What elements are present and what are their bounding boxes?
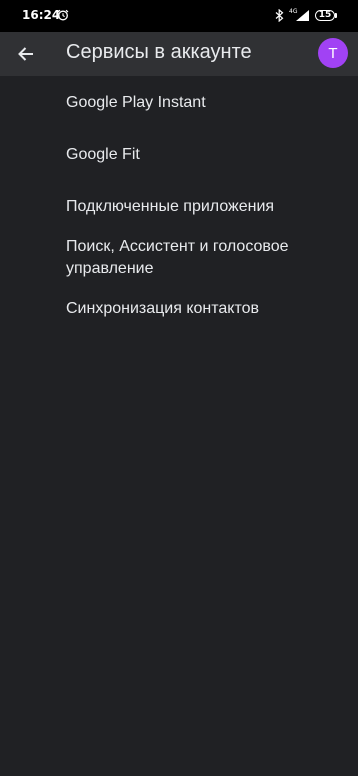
battery-icon: 15 [315, 10, 335, 21]
account-avatar[interactable]: T [318, 38, 348, 68]
battery-tip [335, 13, 337, 18]
bluetooth-icon [275, 9, 284, 22]
status-bar: 16:24 4G 15 [0, 0, 358, 32]
service-item-contacts-sync[interactable]: Синхронизация контактов [0, 289, 358, 335]
alarm-icon [57, 9, 69, 21]
service-item-connected-apps[interactable]: Подключенные приложения [0, 181, 358, 227]
avatar-letter: T [328, 44, 338, 62]
signal-icon [296, 10, 309, 21]
status-time: 16:24 [22, 8, 61, 22]
service-item-google-fit[interactable]: Google Fit [0, 129, 358, 181]
service-item-google-play-instant[interactable]: Google Play Instant [0, 78, 358, 129]
page-title: Сервисы в аккаунте [66, 41, 252, 63]
service-item-search-assistant-voice[interactable]: Поиск, Ассистент и голосовое управление [0, 227, 358, 289]
app-bar: Сервисы в аккаунте T [0, 32, 358, 76]
services-list: Google Play Instant Google Fit Подключен… [0, 78, 358, 335]
arrow-back-icon [18, 47, 33, 61]
back-button[interactable] [8, 36, 44, 72]
battery-level: 15 [318, 10, 332, 20]
